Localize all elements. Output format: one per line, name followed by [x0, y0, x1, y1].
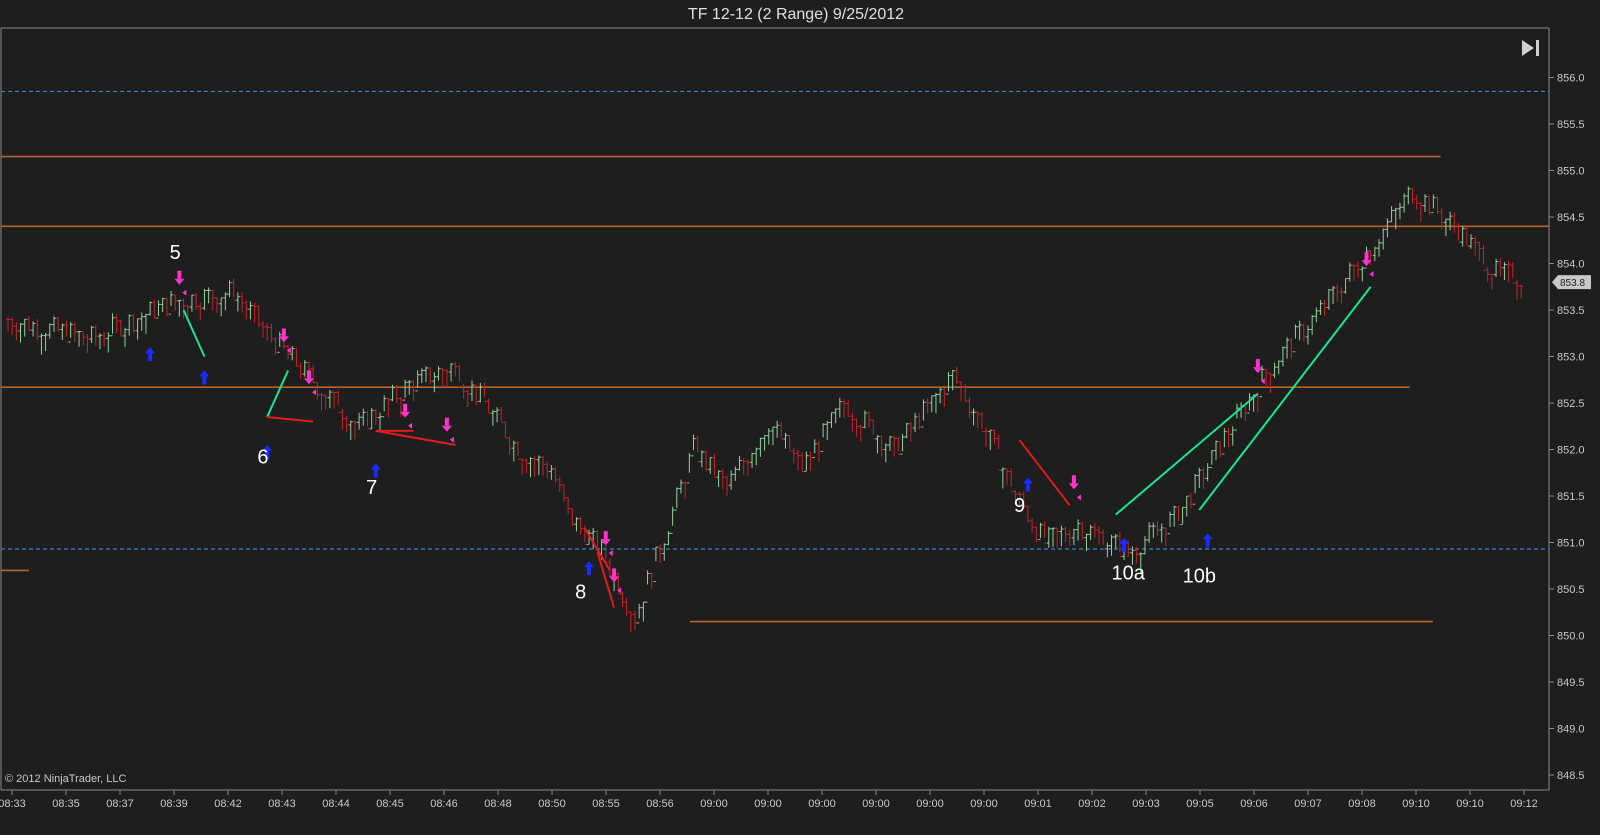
y-tick-label: 855.5: [1557, 119, 1585, 131]
y-tick-label: 848.5: [1557, 770, 1585, 782]
x-tick-label: 09:00: [916, 798, 944, 810]
sell-arrow-icon: [1364, 252, 1369, 261]
sell-arrow-icon: [281, 328, 286, 337]
y-tick-label: 852.0: [1557, 445, 1585, 457]
last-price-label: 853.8: [1560, 278, 1585, 289]
x-tick-label: 08:44: [322, 798, 350, 810]
sell-arrow-icon: [403, 403, 408, 412]
price-chart[interactable]: TF 12-12 (2 Range) 9/25/2012 5 6 7 8 9 10a 10b…: [0, 0, 1600, 835]
x-tick-label: 09:03: [1132, 798, 1160, 810]
x-tick-label: 08:43: [268, 798, 296, 810]
sell-arrow-icon: [306, 370, 311, 379]
buy-arrow-icon: [587, 567, 592, 576]
annotation-label: 9: [1014, 495, 1025, 517]
x-tick-label: 08:42: [214, 798, 242, 810]
x-tick-label: 09:08: [1348, 798, 1376, 810]
chart-window: TF 12-12 (2 Range) 9/25/2012 5 6 7 8 9 10a 10b…: [0, 0, 1600, 835]
x-tick-label: 09:07: [1294, 798, 1322, 810]
y-tick-label: 854.0: [1557, 259, 1585, 271]
x-tick-label: 09:00: [808, 798, 836, 810]
y-tick-label: 851.5: [1557, 491, 1585, 503]
x-tick-label: 09:00: [754, 798, 782, 810]
annotation-label: 10a: [1112, 563, 1146, 585]
y-tick-label: 855.0: [1557, 166, 1585, 178]
sell-arrow-icon: [1255, 359, 1260, 368]
x-tick-label: 08:35: [52, 798, 80, 810]
x-tick-label: 09:10: [1402, 798, 1430, 810]
annotation-label: 8: [575, 581, 586, 603]
y-tick-label: 850.0: [1557, 631, 1585, 643]
y-tick-label: 853.5: [1557, 305, 1585, 317]
annotation-label: 7: [366, 477, 377, 499]
sell-arrow-icon: [177, 270, 182, 279]
last-price-tag: 853.8: [1552, 275, 1591, 290]
x-tick-label: 08:33: [0, 798, 26, 810]
annotation-label: 6: [257, 446, 268, 468]
y-tick-label: 849.0: [1557, 724, 1585, 736]
y-tick-label: 850.5: [1557, 584, 1585, 596]
x-tick-label: 08:46: [430, 798, 458, 810]
buy-arrow-icon: [202, 376, 207, 385]
x-tick-label: 09:10: [1456, 798, 1484, 810]
x-tick-label: 09:12: [1510, 798, 1538, 810]
x-tick-label: 09:00: [862, 798, 890, 810]
x-tick-label: 08:45: [376, 798, 404, 810]
x-tick-label: 08:37: [106, 798, 134, 810]
x-tick-label: 09:00: [700, 798, 728, 810]
buy-arrow-icon: [1205, 539, 1210, 548]
buy-arrow-icon: [148, 353, 153, 362]
x-tick-label: 09:00: [970, 798, 998, 810]
y-tick-label: 854.5: [1557, 212, 1585, 224]
sell-arrow-icon: [603, 531, 608, 540]
x-tick-label: 09:05: [1186, 798, 1214, 810]
x-tick-label: 09:06: [1240, 798, 1268, 810]
sell-arrow-icon: [1071, 475, 1076, 484]
annotation-label: 10b: [1183, 565, 1216, 587]
x-tick-label: 09:01: [1024, 798, 1052, 810]
x-tick-label: 08:56: [646, 798, 674, 810]
x-tick-label: 09:02: [1078, 798, 1106, 810]
sell-arrow-icon: [444, 417, 449, 426]
x-tick-label: 08:48: [484, 798, 512, 810]
chart-background: [0, 0, 1600, 835]
sell-arrow-icon: [612, 568, 617, 577]
chart-title: TF 12-12 (2 Range) 9/25/2012: [688, 6, 904, 23]
x-tick-label: 08:55: [592, 798, 620, 810]
x-tick-label: 08:39: [160, 798, 188, 810]
x-tick-label: 08:50: [538, 798, 566, 810]
y-tick-label: 851.0: [1557, 538, 1585, 550]
buy-arrow-icon: [1025, 483, 1030, 492]
y-tick-label: 849.5: [1557, 677, 1585, 689]
copyright-notice: © 2012 NinjaTrader, LLC: [5, 773, 126, 785]
y-tick-label: 853.0: [1557, 352, 1585, 364]
y-tick-label: 852.5: [1557, 398, 1585, 410]
annotation-label: 5: [170, 242, 181, 264]
y-tick-label: 856.0: [1557, 73, 1585, 85]
buy-arrow-icon: [1122, 543, 1127, 552]
